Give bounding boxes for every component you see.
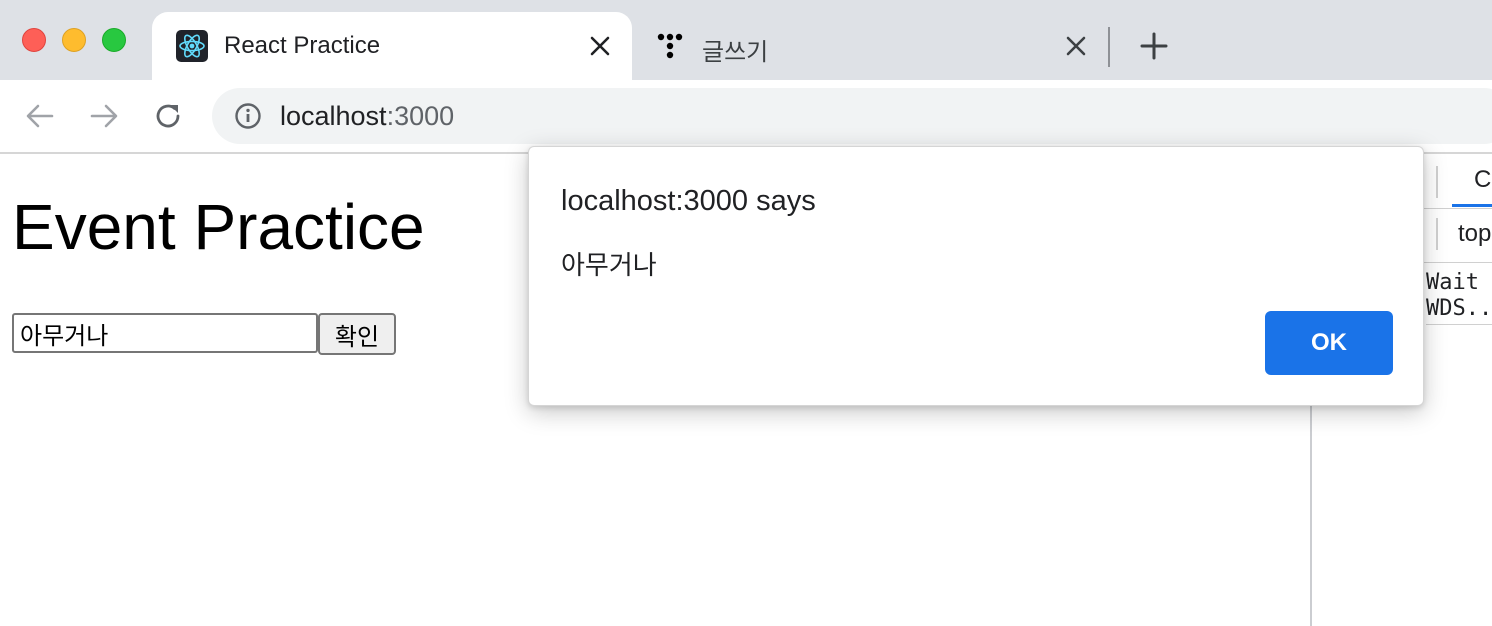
arrow-left-icon <box>26 104 54 128</box>
dialog-message: 아무거나 <box>561 251 657 281</box>
tab-writing[interactable]: 글쓰기 <box>640 12 1110 80</box>
reload-button[interactable] <box>148 96 188 136</box>
url-text: localhost:3000 <box>280 101 454 132</box>
tab-strip: React Practice 글쓰기 <box>0 0 1492 80</box>
confirm-button[interactable]: 확인 <box>318 313 396 355</box>
close-tab-icon[interactable] <box>1062 32 1090 60</box>
message-input[interactable] <box>12 313 318 353</box>
tab-title: 글쓰기 <box>702 39 769 66</box>
react-logo-icon <box>176 30 208 62</box>
new-tab-button[interactable] <box>1138 30 1170 62</box>
tab-separator <box>1108 27 1110 67</box>
tab-react-practice[interactable]: React Practice <box>152 12 632 80</box>
address-bar[interactable]: localhost:3000 <box>212 88 1492 144</box>
ok-button[interactable]: OK <box>1265 311 1393 375</box>
tistory-logo-icon <box>654 30 686 62</box>
divider <box>1436 218 1438 250</box>
divider <box>1426 324 1492 325</box>
context-selector[interactable]: top <box>1458 220 1491 248</box>
console-message: Wait WDS.. <box>1426 270 1492 321</box>
forward-button[interactable] <box>84 96 124 136</box>
url-port: :3000 <box>386 101 455 131</box>
url-host: localhost <box>280 101 387 131</box>
window-zoom-button[interactable] <box>102 28 126 52</box>
reload-icon <box>156 104 180 128</box>
info-icon[interactable] <box>234 102 262 130</box>
divider <box>1436 166 1438 198</box>
page-heading: Event Practice <box>12 191 425 263</box>
dialog-title: localhost:3000 says <box>561 185 816 217</box>
window-close-button[interactable] <box>22 28 46 52</box>
alert-dialog: localhost:3000 says 아무거나 OK <box>528 146 1424 406</box>
window-minimize-button[interactable] <box>62 28 86 52</box>
devtools-tab-console[interactable]: Co <box>1474 166 1492 194</box>
browser-toolbar: localhost:3000 <box>0 80 1492 154</box>
close-tab-icon[interactable] <box>586 32 614 60</box>
active-tab-indicator <box>1452 204 1492 207</box>
tab-title: React Practice <box>224 32 381 59</box>
arrow-right-icon <box>90 104 118 128</box>
back-button[interactable] <box>20 96 60 136</box>
